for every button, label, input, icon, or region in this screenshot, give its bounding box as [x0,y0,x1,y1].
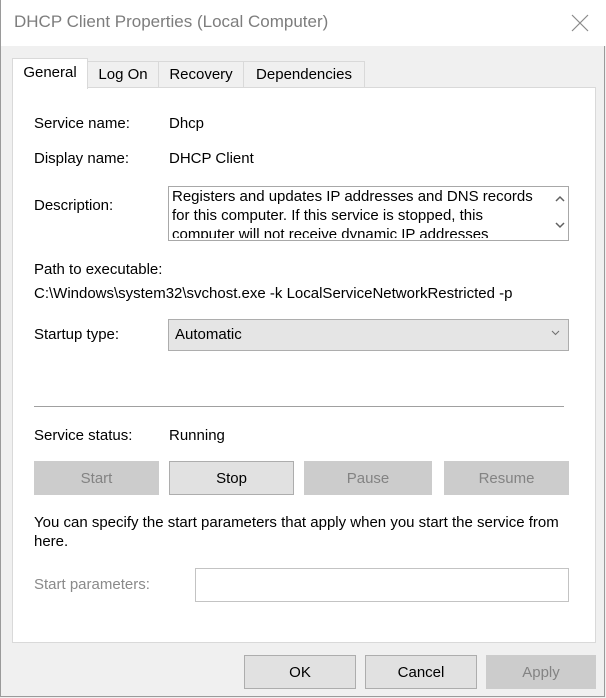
path-label: Path to executable: [34,261,163,278]
start-button-label: Start [80,469,113,487]
resume-button-label: Resume [478,469,535,487]
startup-type-label: Startup type: [34,326,120,343]
close-button[interactable] [564,8,596,38]
tab-dependencies[interactable]: Dependencies [243,61,365,87]
pause-button-label: Pause [346,469,390,487]
tab-recovery-label: Recovery [169,66,233,83]
ok-button-label: OK [289,663,311,681]
display-name-label: Display name: [34,150,130,167]
tab-log-on[interactable]: Log On [87,61,159,87]
start-parameters-label: Start parameters: [34,576,150,593]
chevron-down-icon [551,330,560,336]
description-text: Registers and updates IP addresses and D… [172,188,533,238]
description-label: Description: [34,197,114,214]
service-name-value: Dhcp [169,115,205,132]
chevron-up-icon[interactable] [555,195,565,202]
apply-button[interactable]: Apply [486,655,596,689]
title-bar: DHCP Client Properties (Local Computer) [1,0,606,46]
divider [34,406,564,407]
pause-button[interactable]: Pause [304,461,432,495]
apply-button-label: Apply [522,663,560,681]
cancel-button-label: Cancel [397,663,445,681]
description-box[interactable]: Registers and updates IP addresses and D… [168,186,569,241]
window-title: DHCP Client Properties (Local Computer) [14,12,329,31]
stop-button[interactable]: Stop [169,461,294,495]
tab-general-label: General [23,64,77,81]
chevron-down-icon[interactable] [555,222,565,229]
service-status-label: Service status: [34,427,133,444]
startup-type-value: Automatic [175,326,242,343]
service-name-label: Service name: [34,115,130,132]
tab-recovery[interactable]: Recovery [158,61,244,87]
service-status-value: Running [169,427,225,444]
stop-button-label: Stop [216,469,247,487]
general-panel: Service name: Dhcp Display name: DHCP Cl… [12,87,596,643]
startup-type-select[interactable]: Automatic [168,319,569,351]
start-button[interactable]: Start [34,461,159,495]
close-icon [571,14,589,32]
tab-general[interactable]: General [12,58,88,89]
resume-button[interactable]: Resume [444,461,569,495]
description-scrollbar[interactable] [551,187,568,240]
path-value: C:\Windows\system32\svchost.exe -k Local… [34,285,513,302]
tab-log-on-label: Log On [98,66,148,83]
ok-button[interactable]: OK [244,655,356,689]
display-name-value: DHCP Client [169,150,254,167]
tab-dependencies-label: Dependencies [256,66,352,83]
start-parameters-input[interactable] [195,568,569,602]
cancel-button[interactable]: Cancel [365,655,477,689]
start-parameters-help-text: You can specify the start parameters tha… [34,514,559,550]
properties-dialog: DHCP Client Properties (Local Computer) … [0,0,606,697]
